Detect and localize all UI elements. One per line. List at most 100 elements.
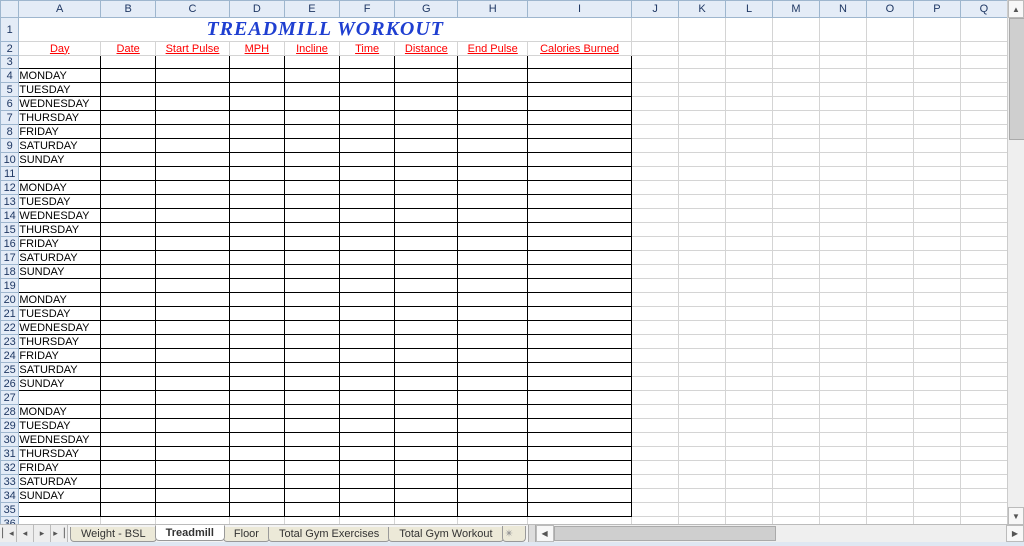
day-cell[interactable]: SATURDAY: [19, 363, 101, 377]
row-header-32[interactable]: 32: [1, 461, 19, 475]
cell[interactable]: [284, 111, 339, 125]
cell[interactable]: [819, 251, 866, 265]
hdr-date[interactable]: Date: [101, 42, 156, 56]
row-header-10[interactable]: 10: [1, 153, 19, 167]
row-24[interactable]: 24FRIDAY: [1, 349, 1008, 363]
cell[interactable]: [726, 419, 773, 433]
cell[interactable]: [913, 321, 960, 335]
hdr-calories[interactable]: Calories Burned: [527, 42, 631, 56]
cell[interactable]: [156, 405, 230, 419]
cell[interactable]: [913, 307, 960, 321]
cell[interactable]: [819, 335, 866, 349]
cell[interactable]: [960, 503, 1007, 517]
column-header-row[interactable]: A B C D E F G H I J K L M N O P Q: [1, 1, 1008, 18]
cell[interactable]: [960, 153, 1007, 167]
row-1[interactable]: 1 TREADMILL WORKOUT: [1, 18, 1008, 42]
cell[interactable]: [156, 349, 230, 363]
cell[interactable]: [960, 363, 1007, 377]
cell[interactable]: [913, 251, 960, 265]
cell[interactable]: [913, 153, 960, 167]
cell[interactable]: [679, 447, 726, 461]
cell[interactable]: [913, 377, 960, 391]
cell[interactable]: [101, 237, 156, 251]
cell[interactable]: [101, 377, 156, 391]
cell[interactable]: [458, 433, 527, 447]
divider-cell[interactable]: [340, 279, 395, 293]
cell[interactable]: [458, 153, 527, 167]
day-cell[interactable]: TUESDAY: [19, 83, 101, 97]
cell[interactable]: [340, 433, 395, 447]
cell[interactable]: [679, 265, 726, 279]
day-cell[interactable]: FRIDAY: [19, 125, 101, 139]
cell[interactable]: [284, 209, 339, 223]
cell[interactable]: [913, 447, 960, 461]
cell[interactable]: [229, 209, 284, 223]
cell[interactable]: [527, 69, 631, 83]
cell[interactable]: [913, 195, 960, 209]
cell[interactable]: [632, 111, 679, 125]
cell[interactable]: [773, 125, 820, 139]
cell[interactable]: [340, 153, 395, 167]
row-2[interactable]: 2 Day Date Start Pulse MPH Incline Time …: [1, 42, 1008, 56]
cell[interactable]: [679, 181, 726, 195]
divider-cell[interactable]: [19, 279, 101, 293]
cell[interactable]: [101, 56, 156, 69]
cell[interactable]: [913, 111, 960, 125]
cell[interactable]: [395, 223, 458, 237]
cell[interactable]: [284, 335, 339, 349]
cell[interactable]: [679, 391, 726, 405]
cell[interactable]: [773, 181, 820, 195]
cell[interactable]: [726, 391, 773, 405]
cell[interactable]: [527, 489, 631, 503]
divider-cell[interactable]: [101, 391, 156, 405]
cell[interactable]: [679, 419, 726, 433]
col-header-J[interactable]: J: [632, 1, 679, 18]
cell[interactable]: [527, 419, 631, 433]
col-header-C[interactable]: C: [156, 1, 230, 18]
cell[interactable]: [913, 209, 960, 223]
cell[interactable]: [913, 419, 960, 433]
hdr-start-pulse[interactable]: Start Pulse: [156, 42, 230, 56]
divider-cell[interactable]: [284, 279, 339, 293]
cell[interactable]: [866, 307, 913, 321]
day-cell[interactable]: TUESDAY: [19, 195, 101, 209]
day-cell[interactable]: SUNDAY: [19, 153, 101, 167]
cell[interactable]: [960, 181, 1007, 195]
cell[interactable]: [679, 433, 726, 447]
cell[interactable]: [229, 475, 284, 489]
divider-cell[interactable]: [527, 391, 631, 405]
cell[interactable]: [913, 167, 960, 181]
cell[interactable]: [395, 349, 458, 363]
row-28[interactable]: 28MONDAY: [1, 405, 1008, 419]
row-18[interactable]: 18SUNDAY: [1, 265, 1008, 279]
row-17[interactable]: 17SATURDAY: [1, 251, 1008, 265]
cell[interactable]: [284, 475, 339, 489]
cell[interactable]: [726, 56, 773, 69]
col-header-M[interactable]: M: [773, 1, 820, 18]
row-header-31[interactable]: 31: [1, 447, 19, 461]
spreadsheet-grid[interactable]: A B C D E F G H I J K L M N O P Q 1 TREA…: [0, 0, 1008, 525]
cell[interactable]: [773, 279, 820, 293]
cell[interactable]: [773, 419, 820, 433]
cell[interactable]: [913, 42, 960, 56]
cell[interactable]: [819, 209, 866, 223]
day-cell[interactable]: WEDNESDAY: [19, 433, 101, 447]
cell[interactable]: [773, 461, 820, 475]
cell[interactable]: [632, 153, 679, 167]
tab-nav-next[interactable]: ▸: [34, 525, 51, 542]
cell[interactable]: [960, 56, 1007, 69]
cell[interactable]: [726, 321, 773, 335]
cell[interactable]: [726, 377, 773, 391]
day-cell[interactable]: SUNDAY: [19, 489, 101, 503]
cell[interactable]: [284, 56, 339, 69]
cell[interactable]: [773, 153, 820, 167]
cell[interactable]: [101, 83, 156, 97]
cell[interactable]: [960, 125, 1007, 139]
row-header-26[interactable]: 26: [1, 377, 19, 391]
row-13[interactable]: 13TUESDAY: [1, 195, 1008, 209]
cell[interactable]: [340, 265, 395, 279]
cell[interactable]: [679, 377, 726, 391]
cell[interactable]: [960, 447, 1007, 461]
cell[interactable]: [679, 125, 726, 139]
cell[interactable]: [632, 433, 679, 447]
